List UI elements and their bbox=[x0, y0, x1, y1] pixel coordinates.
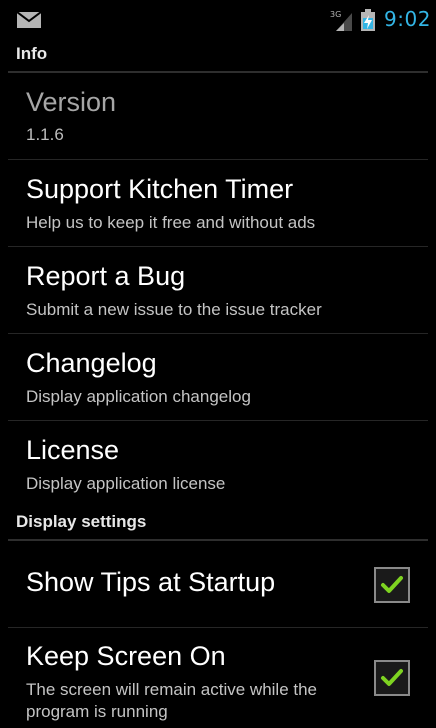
pref-report-bug[interactable]: Report a Bug Submit a new issue to the i… bbox=[8, 247, 428, 334]
mail-icon bbox=[17, 12, 41, 28]
pref-license[interactable]: License Display application license bbox=[8, 421, 428, 506]
checkmark-icon bbox=[381, 576, 403, 593]
pref-license-title: License bbox=[26, 435, 120, 465]
pref-show-tips-title: Show Tips at Startup bbox=[26, 567, 276, 597]
keep-screen-on-checkbox[interactable] bbox=[374, 660, 410, 696]
pref-keep-screen-on-title: Keep Screen On bbox=[26, 641, 226, 671]
pref-report-bug-summary: Submit a new issue to the issue tracker bbox=[26, 300, 322, 319]
pref-support-summary: Help us to keep it free and without ads bbox=[26, 213, 316, 232]
pref-version: Version 1.1.6 bbox=[8, 73, 428, 160]
svg-text:3G: 3G bbox=[330, 10, 341, 19]
pref-changelog[interactable]: Changelog Display application changelog bbox=[8, 334, 428, 421]
pref-license-summary: Display application license bbox=[26, 474, 226, 493]
pref-keep-screen-on-summary: The screen will remain active while the … bbox=[26, 680, 318, 721]
category-display-settings: Display settings bbox=[8, 506, 428, 541]
pref-report-bug-title: Report a Bug bbox=[26, 261, 186, 291]
signal-icon: 3G bbox=[330, 10, 352, 31]
pref-support-title: Support Kitchen Timer bbox=[26, 174, 294, 204]
clock: 9:02 bbox=[384, 7, 431, 31]
pref-show-tips[interactable]: Show Tips at Startup bbox=[8, 541, 428, 628]
pref-changelog-title: Changelog bbox=[26, 348, 157, 378]
status-bar: 3G 9:02 bbox=[0, 0, 436, 38]
preferences-list: Info Version 1.1.6 Support Kitchen Timer… bbox=[0, 38, 436, 728]
checkmark-icon bbox=[381, 669, 403, 686]
pref-version-title: Version bbox=[26, 87, 117, 117]
pref-keep-screen-on[interactable]: Keep Screen On The screen will remain ac… bbox=[8, 628, 428, 728]
battery-charging-icon bbox=[361, 9, 375, 31]
pref-changelog-summary: Display application changelog bbox=[26, 387, 251, 406]
category-info-label: Info bbox=[16, 44, 48, 63]
pref-version-summary: 1.1.6 bbox=[26, 125, 64, 144]
show-tips-checkbox[interactable] bbox=[374, 567, 410, 603]
category-info: Info bbox=[8, 38, 428, 73]
category-display-settings-label: Display settings bbox=[16, 512, 147, 531]
pref-support-kitchen-timer[interactable]: Support Kitchen Timer Help us to keep it… bbox=[8, 160, 428, 247]
